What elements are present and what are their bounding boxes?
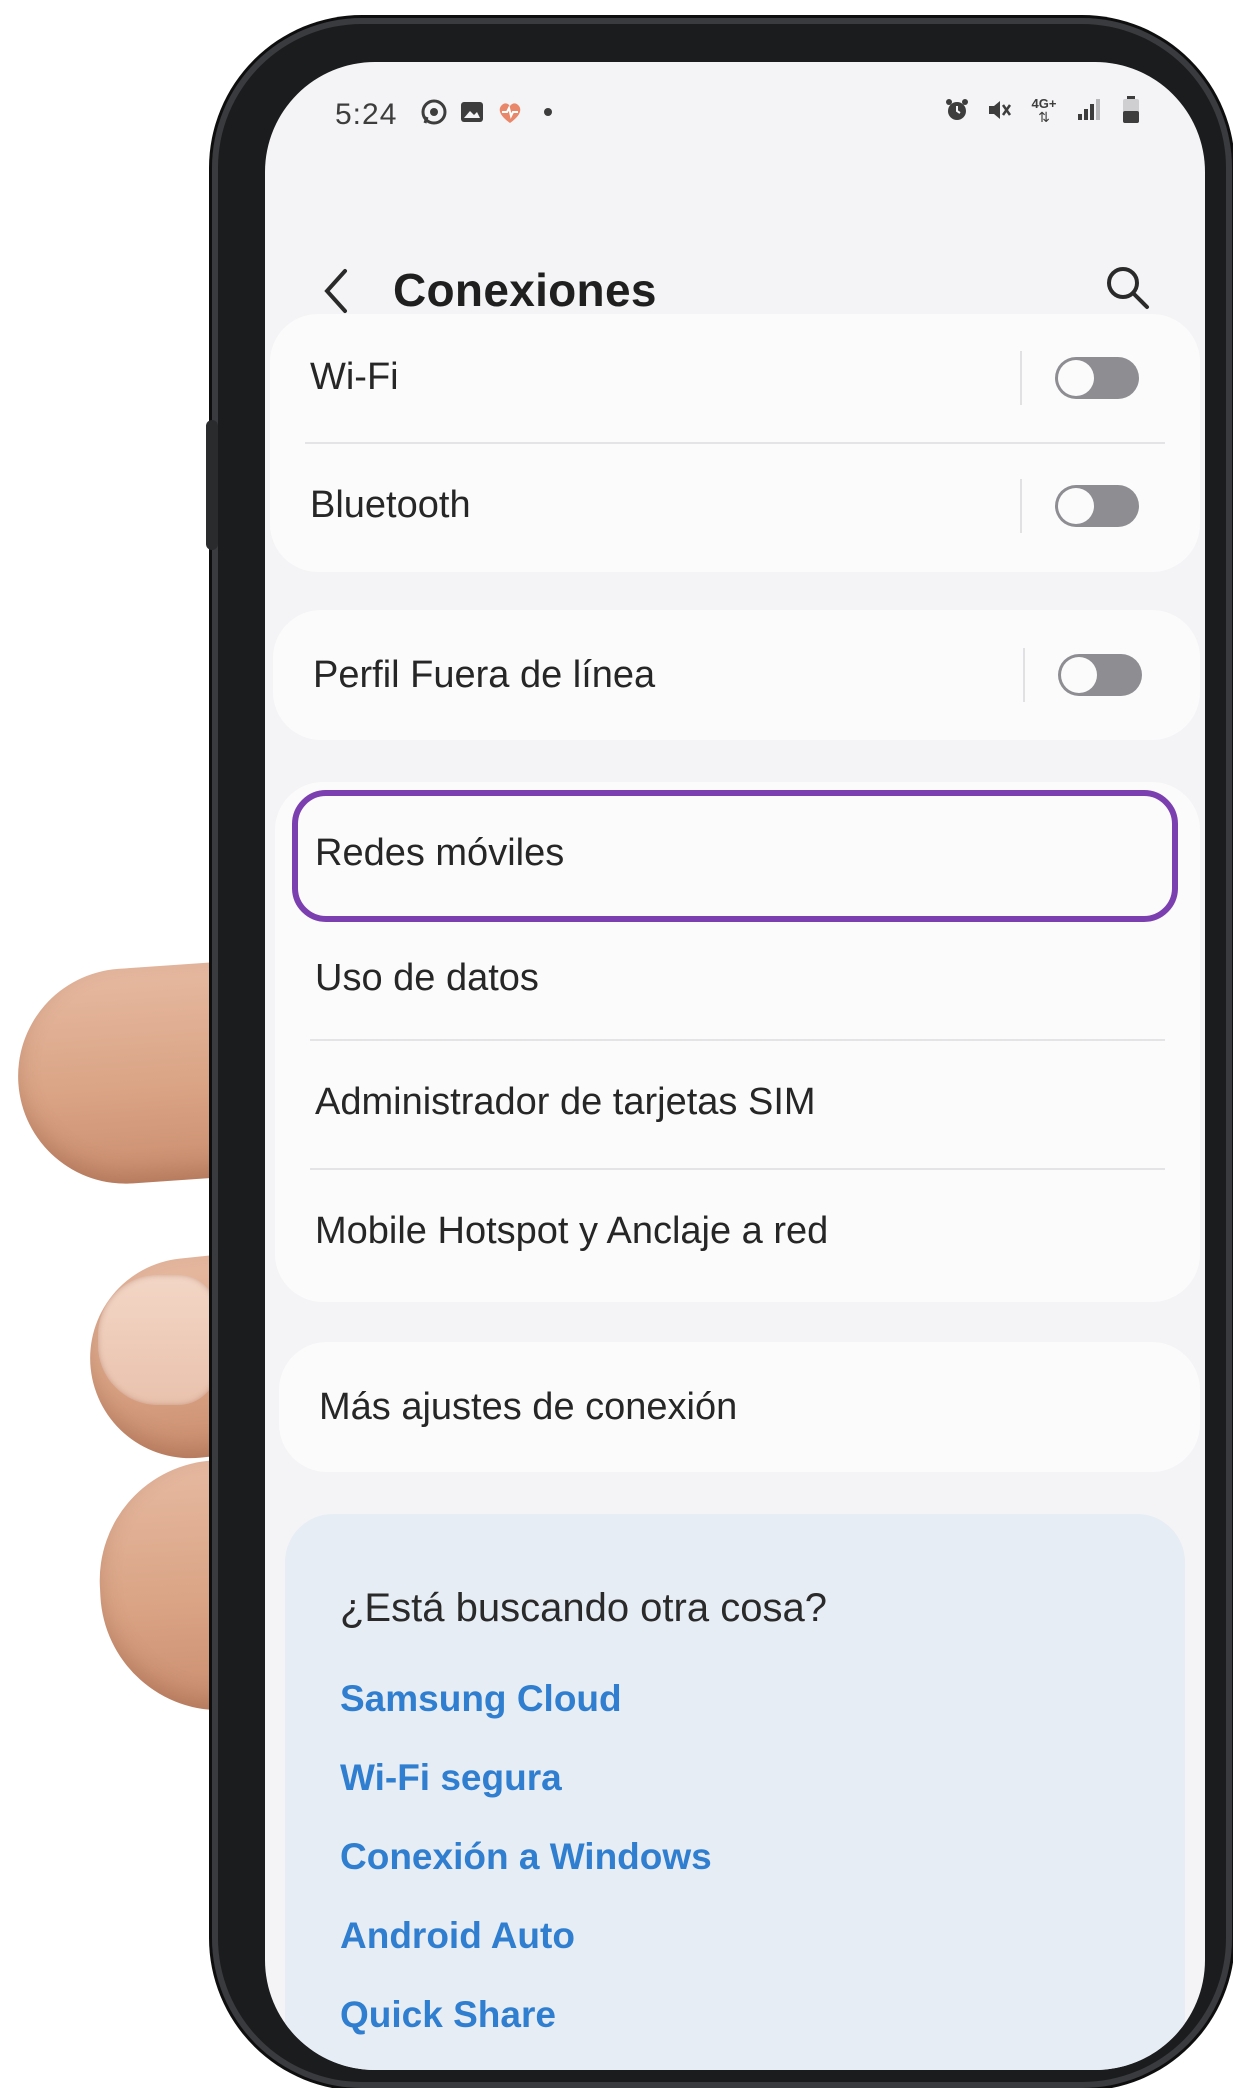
- card-wireless: Wi-Fi Bluetooth: [270, 314, 1200, 572]
- link-wifi-segura[interactable]: Wi-Fi segura: [340, 1757, 562, 1799]
- row-wifi[interactable]: Wi-Fi: [270, 314, 1200, 442]
- status-bar: 5:24 4G+ ⇅: [335, 82, 1165, 142]
- row-separator: [1020, 351, 1022, 405]
- side-button: [206, 420, 218, 550]
- row-label-sim-manager: Administrador de tarjetas SIM: [315, 1081, 816, 1123]
- row-hotspot[interactable]: Mobile Hotspot y Anclaje a red: [275, 1170, 1200, 1300]
- network-4g-icon: 4G+ ⇅: [1027, 96, 1061, 124]
- row-separator: [1023, 648, 1025, 702]
- row-bluetooth[interactable]: Bluetooth: [270, 444, 1200, 572]
- row-sim-manager[interactable]: Administrador de tarjetas SIM: [275, 1041, 1200, 1167]
- link-conexion-windows[interactable]: Conexión a Windows: [340, 1836, 712, 1878]
- highlight-mobile-networks: [292, 790, 1178, 922]
- dot-icon: [534, 98, 562, 126]
- link-quick-share[interactable]: Quick Share: [340, 1994, 556, 2036]
- suggestions-panel: ¿Está buscando otra cosa? Samsung Cloud …: [285, 1514, 1185, 2070]
- row-label-data-usage: Uso de datos: [315, 957, 539, 999]
- fingernail: [98, 1275, 218, 1405]
- network-label: 4G+: [1031, 95, 1057, 111]
- row-more-connection-settings[interactable]: Más ajustes de conexión: [279, 1342, 1200, 1472]
- row-label-offline: Perfil Fuera de línea: [313, 654, 656, 696]
- row-offline-profile[interactable]: Perfil Fuera de línea: [273, 610, 1200, 740]
- row-label-bluetooth: Bluetooth: [310, 484, 471, 526]
- offline-toggle[interactable]: [1058, 654, 1142, 696]
- search-icon[interactable]: [1101, 261, 1155, 315]
- data-arrows-icon: ⇅: [1038, 108, 1050, 125]
- row-label-hotspot: Mobile Hotspot y Anclaje a red: [315, 1210, 829, 1252]
- row-separator: [1020, 479, 1022, 533]
- status-icons-right: 4G+ ⇅: [943, 96, 1145, 124]
- bluetooth-toggle[interactable]: [1055, 485, 1139, 527]
- battery-icon: [1117, 96, 1145, 124]
- signal-icon: [1075, 96, 1103, 124]
- wifi-toggle[interactable]: [1055, 357, 1139, 399]
- phone-screen: 5:24 4G+ ⇅ Conexiones Wi-Fi Bluetooth Pe…: [265, 62, 1205, 2070]
- card-offline: Perfil Fuera de línea: [273, 610, 1200, 740]
- row-label-wifi: Wi-Fi: [310, 356, 399, 398]
- link-samsung-cloud[interactable]: Samsung Cloud: [340, 1678, 622, 1720]
- status-icons-left: [420, 98, 562, 126]
- mute-icon: [985, 96, 1013, 124]
- whatsapp-icon: [420, 98, 448, 126]
- row-label-more-settings: Más ajustes de conexión: [319, 1386, 738, 1428]
- status-time: 5:24: [335, 98, 398, 131]
- suggestions-title: ¿Está buscando otra cosa?: [340, 1586, 827, 1630]
- gallery-icon: [458, 98, 486, 126]
- row-data-usage[interactable]: Uso de datos: [275, 912, 1200, 1038]
- back-arrow-icon[interactable]: [315, 261, 363, 321]
- health-icon: [496, 98, 524, 126]
- card-more: Más ajustes de conexión: [279, 1342, 1200, 1472]
- link-android-auto[interactable]: Android Auto: [340, 1915, 575, 1957]
- page-title: Conexiones: [393, 264, 657, 316]
- alarm-icon: [943, 96, 971, 124]
